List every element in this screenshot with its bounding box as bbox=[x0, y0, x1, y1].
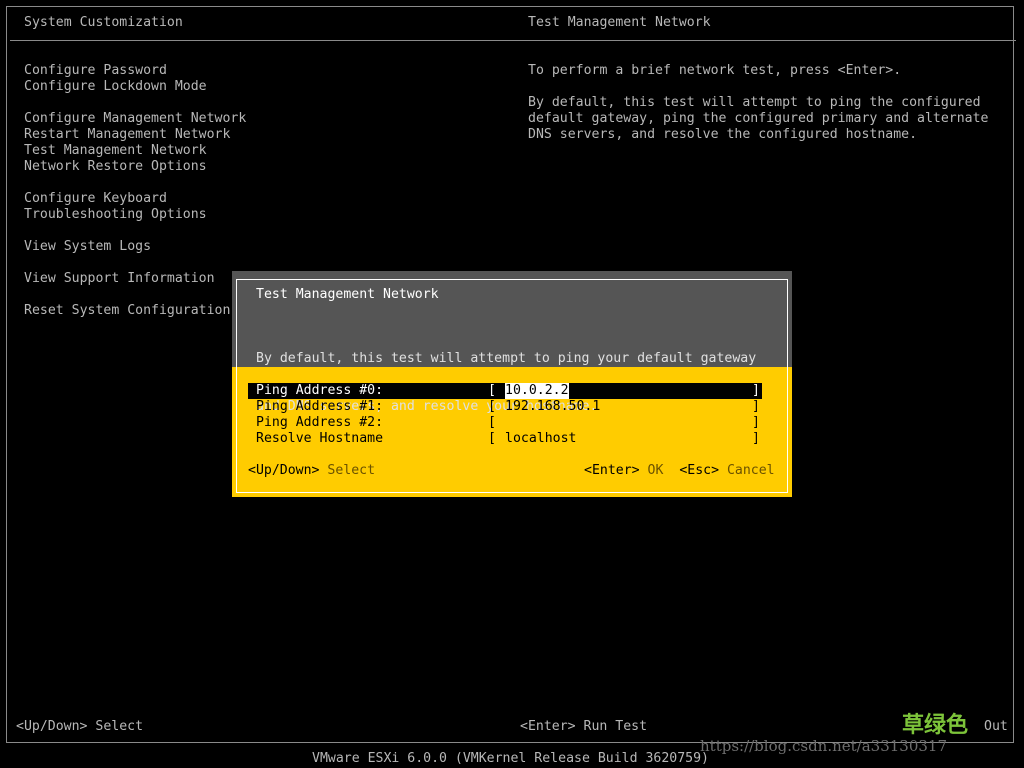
menu-item-troubleshooting-options[interactable]: Troubleshooting Options bbox=[24, 207, 246, 223]
ping-address-2-label: Ping Address #2: bbox=[256, 415, 384, 430]
bracket-left: [ bbox=[488, 415, 496, 430]
header-separator bbox=[10, 40, 1016, 41]
dialog-title: Test Management Network bbox=[256, 287, 439, 302]
select-action-label: Select bbox=[327, 463, 376, 478]
ok-button[interactable]: OK bbox=[648, 463, 664, 478]
menu-item-configure-password[interactable]: Configure Password bbox=[24, 63, 246, 79]
esc-key: <Esc> bbox=[679, 463, 720, 478]
dialog-action-hints: <Enter> OK <Esc> Cancel bbox=[584, 463, 775, 479]
info-description-line: default gateway, ping the configured pri… bbox=[528, 111, 989, 126]
dialog-select-hint: <Up/Down> Select bbox=[248, 463, 375, 479]
menu-item-reset-system-configuration[interactable]: Reset System Configuration bbox=[24, 303, 246, 319]
watermark-stamp: 草绿色 bbox=[902, 713, 969, 738]
resolve-hostname-row[interactable]: Resolve Hostname [ localhost ] bbox=[248, 431, 762, 447]
menu-item-configure-keyboard[interactable]: Configure Keyboard bbox=[24, 191, 246, 207]
footer-logout-hint: Out bbox=[984, 719, 1008, 734]
resolve-hostname-label: Resolve Hostname bbox=[256, 431, 384, 446]
ping-address-1-row[interactable]: Ping Address #1: [ 192.168.50.1 ] bbox=[248, 399, 762, 415]
info-panel-title: Test Management Network bbox=[528, 15, 711, 30]
ping-address-0-input[interactable]: 10.0.2.2 bbox=[505, 383, 569, 399]
watermark-url: https://blog.csdn.net/a33130317 bbox=[700, 737, 948, 755]
footer-select-hint: <Up/Down> Select bbox=[16, 719, 144, 734]
test-management-network-dialog: Test Management Network By default, this… bbox=[232, 271, 792, 497]
menu-item-network-restore-options[interactable]: Network Restore Options bbox=[24, 159, 246, 175]
menu-item-view-support-information[interactable]: View Support Information bbox=[24, 271, 246, 287]
info-description-line: DNS servers, and resolve the configured … bbox=[528, 127, 918, 142]
bracket-left: [ bbox=[488, 431, 496, 446]
up-down-key: <Up/Down> bbox=[248, 463, 320, 478]
bracket-right: ] bbox=[752, 399, 760, 414]
bracket-right: ] bbox=[752, 415, 760, 430]
ping-address-1-label: Ping Address #1: bbox=[256, 399, 384, 414]
footer-run-test-hint: <Enter> Run Test bbox=[520, 719, 648, 734]
bracket-right: ] bbox=[752, 431, 760, 446]
menu-item-configure-lockdown-mode[interactable]: Configure Lockdown Mode bbox=[24, 79, 246, 95]
menu-item-test-management-network[interactable]: Test Management Network bbox=[24, 143, 246, 159]
info-description-line: By default, this test will attempt to pi… bbox=[528, 95, 981, 110]
system-customization-title: System Customization bbox=[24, 15, 183, 30]
menu-item-configure-management-network[interactable]: Configure Management Network bbox=[24, 111, 246, 127]
info-panel: To perform a brief network test, press <… bbox=[528, 63, 1008, 143]
bracket-left: [ bbox=[488, 399, 496, 414]
info-instruction: To perform a brief network test, press <… bbox=[528, 63, 902, 78]
bracket-left: [ bbox=[488, 383, 496, 398]
dialog-description-line: By default, this test will attempt to pi… bbox=[256, 351, 757, 366]
ping-address-2-row[interactable]: Ping Address #2: [ ] bbox=[248, 415, 762, 431]
menu-item-view-system-logs[interactable]: View System Logs bbox=[24, 239, 246, 255]
customization-menu: Configure Password Configure Lockdown Mo… bbox=[24, 63, 246, 319]
cancel-button[interactable]: Cancel bbox=[727, 463, 775, 478]
menu-item-restart-management-network[interactable]: Restart Management Network bbox=[24, 127, 246, 143]
esxi-version-status: VMware ESXi 6.0.0 (VMKernel Release Buil… bbox=[312, 751, 709, 766]
bracket-right: ] bbox=[752, 383, 760, 398]
ping-address-0-label: Ping Address #0: bbox=[256, 383, 384, 398]
resolve-hostname-input[interactable]: localhost bbox=[505, 431, 576, 447]
enter-key: <Enter> bbox=[584, 463, 640, 478]
ping-address-0-row[interactable]: Ping Address #0: [ 10.0.2.2 ] bbox=[248, 383, 762, 399]
ping-address-1-input[interactable]: 192.168.50.1 bbox=[505, 399, 600, 415]
